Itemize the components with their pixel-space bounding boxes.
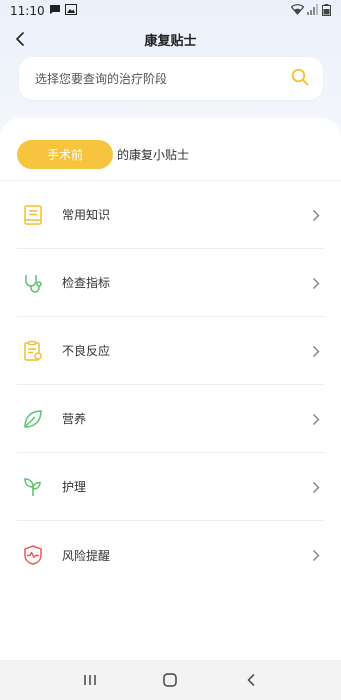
sprout-icon <box>21 475 45 499</box>
recent-apps-icon <box>84 675 96 685</box>
tips-list: 常用知识 检查指标 不良反应 营养 护理 风险提醒 <box>17 181 324 589</box>
chevron-right-icon <box>310 273 322 293</box>
tip-label: 不良反应 <box>62 344 111 358</box>
stethoscope-icon <box>21 271 45 295</box>
message-icon <box>49 4 61 18</box>
chevron-right-icon <box>310 205 322 225</box>
tip-label: 营养 <box>62 412 87 426</box>
tip-label: 常用知识 <box>62 208 111 222</box>
search-icon[interactable] <box>291 68 309 90</box>
system-back-button[interactable] <box>236 665 266 695</box>
chevron-right-icon <box>310 477 322 497</box>
book-icon <box>21 203 45 227</box>
clipboard-icon <box>21 339 45 363</box>
nav-bar: 康复贴士 <box>0 26 341 52</box>
home-button[interactable] <box>155 665 185 695</box>
stage-select-button[interactable]: 手术前 <box>17 140 113 169</box>
shield-alert-icon <box>21 543 45 567</box>
status-bar: 11:10 <box>0 0 341 22</box>
chevron-right-icon <box>310 409 322 429</box>
tips-card: 手术前 的康复小贴士 常用知识 检查指标 不良反应 营养 护理 风险提醒 <box>0 118 341 660</box>
tip-item-nutrition[interactable]: 营养 <box>17 385 324 453</box>
image-icon <box>64 4 77 18</box>
search-box[interactable] <box>19 57 323 100</box>
tip-label: 护理 <box>62 480 87 494</box>
tip-item-adverse-reactions[interactable]: 不良反应 <box>17 317 324 385</box>
chevron-left-icon <box>16 32 24 46</box>
stage-suffix-text: 的康复小贴士 <box>117 148 190 162</box>
chevron-right-icon <box>310 341 322 361</box>
tip-item-nursing[interactable]: 护理 <box>17 453 324 521</box>
leaf-icon <box>21 407 45 431</box>
chevron-right-icon <box>310 545 322 565</box>
system-nav-bar <box>0 660 341 700</box>
tip-item-common-knowledge[interactable]: 常用知识 <box>17 181 324 249</box>
tip-item-risk-alert[interactable]: 风险提醒 <box>17 521 324 589</box>
battery-icon <box>322 3 331 19</box>
back-button[interactable] <box>10 28 32 50</box>
home-icon <box>163 673 178 687</box>
wifi-icon <box>290 4 305 18</box>
signal-icon <box>307 4 319 18</box>
stage-row: 手术前 的康复小贴士 <box>17 140 189 169</box>
tip-label: 检查指标 <box>62 276 111 290</box>
page-title: 康复贴士 <box>144 33 197 49</box>
back-icon <box>247 673 255 687</box>
recent-apps-button[interactable] <box>75 665 105 695</box>
status-time: 11:10 <box>10 4 45 18</box>
search-input[interactable] <box>35 71 291 86</box>
tip-item-exam-indicators[interactable]: 检查指标 <box>17 249 324 317</box>
tip-label: 风险提醒 <box>62 548 111 563</box>
